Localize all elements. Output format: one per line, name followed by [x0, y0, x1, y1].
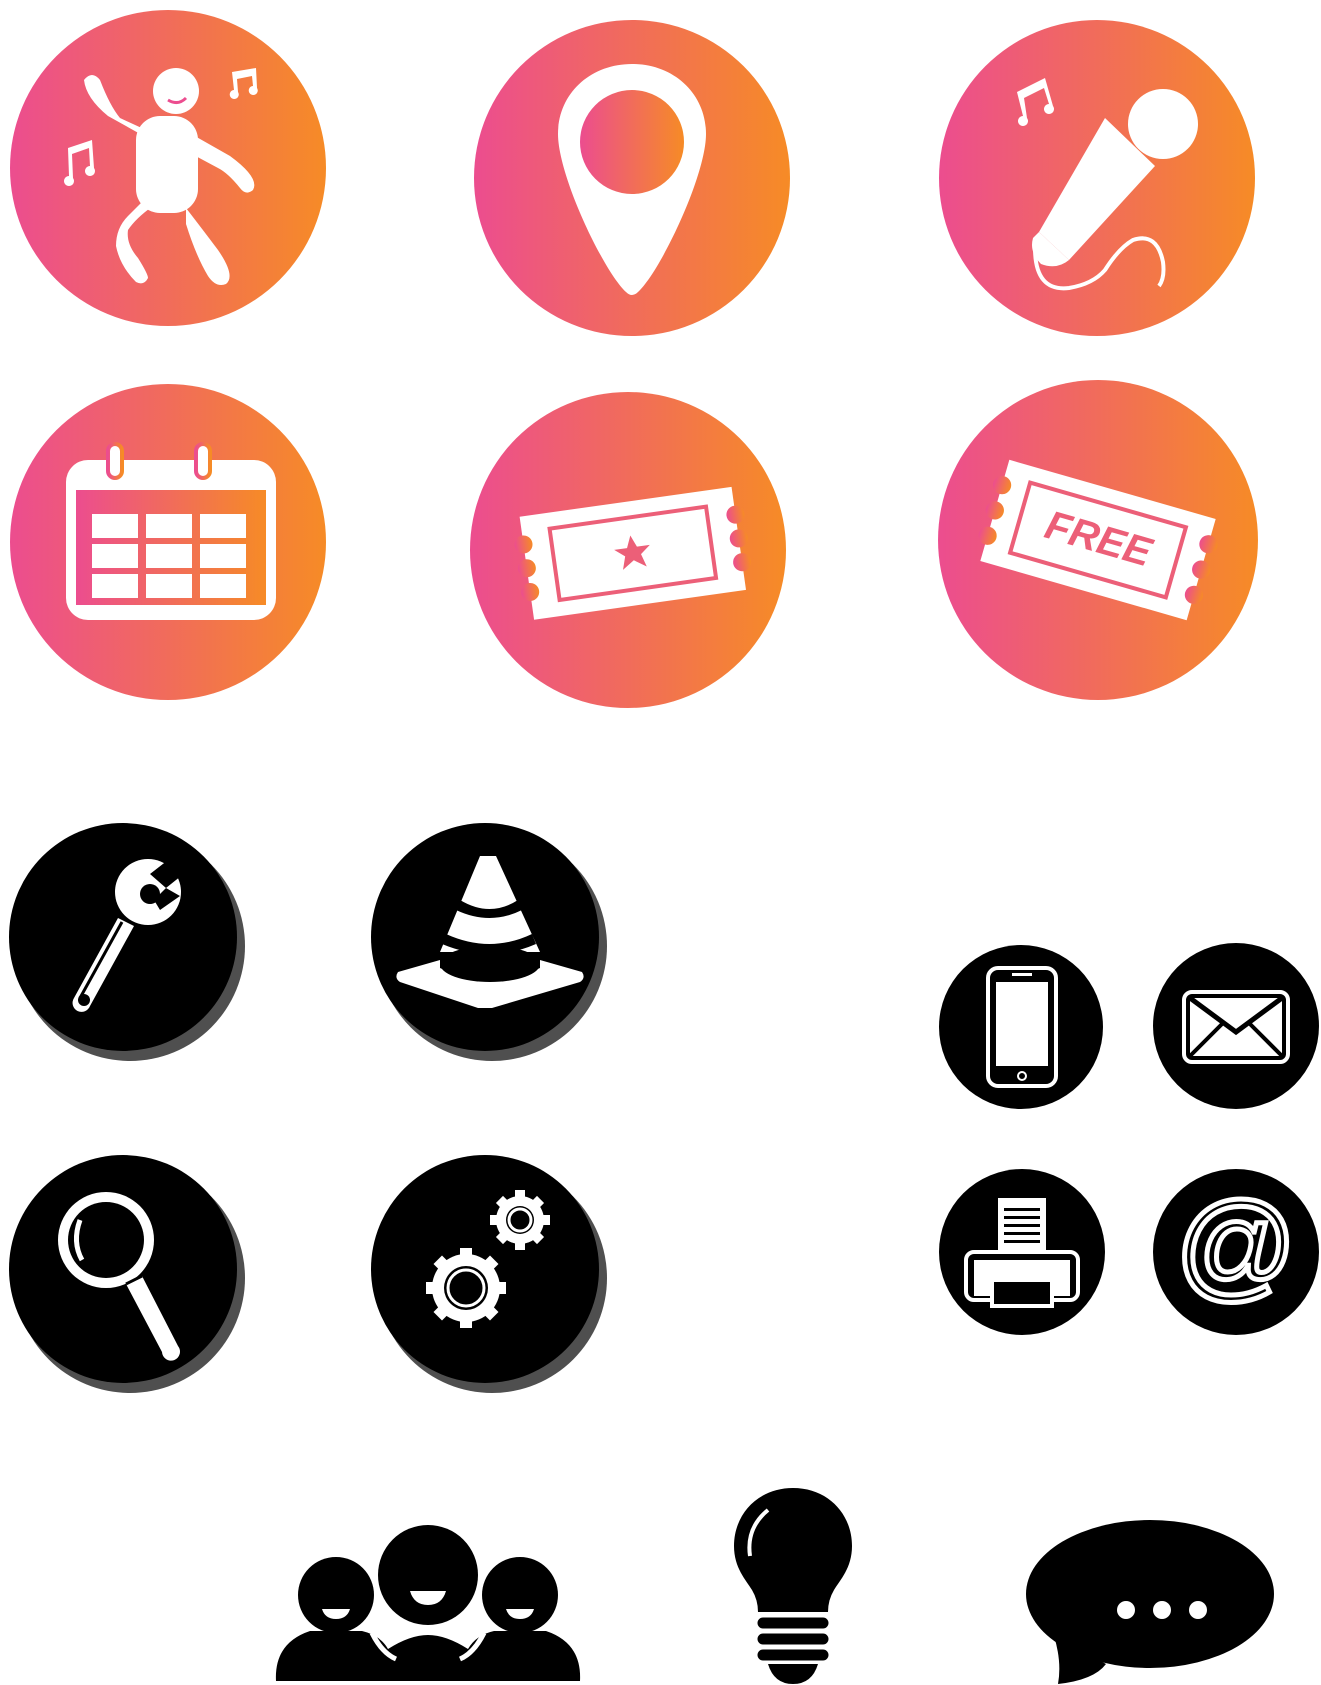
- calendar-icon: [8, 382, 328, 702]
- envelope-icon: [1152, 942, 1320, 1110]
- location-pin-icon: [472, 18, 792, 338]
- gears-icon: [370, 1154, 610, 1394]
- wrench-icon: [8, 822, 248, 1062]
- ticket-icon: [468, 390, 788, 710]
- people-group-icon: [270, 1525, 586, 1683]
- fax-printer-icon: [938, 1168, 1106, 1336]
- light-bulb-icon: [730, 1486, 856, 1685]
- free-ticket-icon: FREE: [936, 378, 1260, 702]
- at-sign-glyph: @: [1175, 1178, 1297, 1312]
- smartphone-icon: [938, 944, 1104, 1110]
- dancing-person-icon: [8, 8, 328, 328]
- at-sign-icon: @: [1152, 1168, 1320, 1336]
- traffic-cone-icon: [370, 822, 610, 1062]
- magnifier-icon: [8, 1154, 248, 1394]
- microphone-icon: [937, 18, 1257, 338]
- speech-bubble-icon: [1024, 1518, 1276, 1685]
